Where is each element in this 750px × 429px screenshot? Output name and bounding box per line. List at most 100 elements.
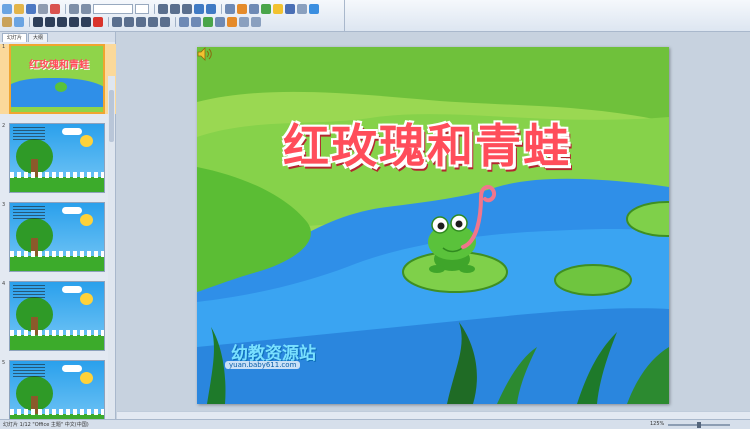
fence-icon bbox=[10, 251, 104, 258]
underline-icon[interactable] bbox=[57, 17, 67, 27]
thumb-text-lines bbox=[12, 126, 45, 142]
undo-icon[interactable] bbox=[194, 4, 204, 14]
find-icon[interactable] bbox=[297, 4, 307, 14]
toolbar-separator bbox=[108, 17, 109, 27]
slide-thumbnail-image bbox=[9, 202, 105, 272]
align-left-icon[interactable] bbox=[112, 17, 122, 27]
redo-icon[interactable] bbox=[206, 4, 216, 14]
indent-icon[interactable] bbox=[182, 4, 192, 14]
replace-icon[interactable] bbox=[239, 17, 249, 27]
ribbon-toolbar bbox=[0, 0, 750, 32]
toolbar-row-top bbox=[2, 3, 321, 15]
toolbar-separator bbox=[175, 17, 176, 27]
copy-icon[interactable] bbox=[81, 4, 91, 14]
slide-thumbnail-image bbox=[9, 281, 105, 351]
status-bar: 幻灯片 1/12 "Office 主题" 中文(中国) 125% bbox=[0, 419, 750, 429]
thumb-title: 红玫瑰和青蛙 bbox=[29, 60, 89, 71]
toolbar-separator bbox=[221, 4, 222, 14]
tab-outline[interactable]: 大纲 bbox=[28, 33, 49, 42]
justify-icon[interactable] bbox=[148, 17, 158, 27]
cloud-icon bbox=[61, 286, 83, 293]
thumb-text-lines bbox=[12, 205, 45, 221]
select-icon[interactable] bbox=[251, 17, 261, 27]
current-slide[interactable]: 红玫瑰和青蛙 幼教资源站 yuan.baby611.com bbox=[197, 47, 669, 404]
strikethrough-icon[interactable] bbox=[69, 17, 79, 27]
slides-panel: 幻灯片 大纲 1 红玫瑰和青蛙 2 3 4 5 bbox=[0, 32, 116, 429]
toolbar-row-bottom bbox=[2, 16, 263, 28]
slide-new-icon[interactable] bbox=[14, 17, 24, 27]
tab-slides[interactable]: 幻灯片 bbox=[2, 33, 28, 42]
sun-icon bbox=[79, 213, 93, 227]
slide-thumbnail-4[interactable]: 4 bbox=[0, 281, 116, 351]
slide-thumbnail-image: 红玫瑰和青蛙 bbox=[9, 44, 105, 114]
align-right-icon[interactable] bbox=[136, 17, 146, 27]
fill-icon[interactable] bbox=[273, 4, 283, 14]
font-name-box[interactable] bbox=[93, 4, 133, 14]
slide-thumbnail-2[interactable]: 2 bbox=[0, 123, 116, 193]
toolbar-separator bbox=[29, 17, 30, 27]
fence-icon bbox=[10, 172, 104, 179]
font-size-box[interactable] bbox=[135, 4, 149, 14]
ribbon-divider bbox=[344, 0, 345, 32]
smartart-icon[interactable] bbox=[203, 17, 213, 27]
zoom-level[interactable]: 125% bbox=[650, 421, 664, 427]
shapes-icon[interactable] bbox=[237, 4, 247, 14]
watermark-url: yuan.baby611.com bbox=[225, 361, 301, 369]
columns-icon[interactable] bbox=[160, 17, 170, 27]
lily-pad-right bbox=[554, 264, 632, 296]
outline-icon[interactable] bbox=[285, 4, 295, 14]
bold-icon[interactable] bbox=[33, 17, 43, 27]
bullets-icon[interactable] bbox=[158, 4, 168, 14]
layout-icon[interactable] bbox=[225, 4, 235, 14]
thumb-grass bbox=[10, 256, 104, 271]
slide-thumbnail-3[interactable]: 3 bbox=[0, 202, 116, 272]
fence-icon bbox=[10, 409, 104, 416]
sun-icon bbox=[79, 134, 93, 148]
speaker-icon[interactable] bbox=[197, 47, 213, 61]
font-color-icon[interactable] bbox=[93, 17, 103, 27]
slide-thumbnail-image bbox=[9, 123, 105, 193]
slide-horizontal-scrollbar[interactable] bbox=[117, 411, 750, 419]
text-direction-icon[interactable] bbox=[179, 17, 189, 27]
line-icon[interactable] bbox=[215, 17, 225, 27]
slide-thumbnail-1[interactable]: 1 红玫瑰和青蛙 bbox=[0, 44, 116, 114]
thumb-text-lines bbox=[12, 363, 45, 379]
slide-title[interactable]: 红玫瑰和青蛙 bbox=[283, 110, 571, 176]
panel-tabs: 幻灯片 大纲 bbox=[0, 32, 115, 42]
cut-icon[interactable] bbox=[69, 4, 79, 14]
sun-icon bbox=[79, 292, 93, 306]
effects-icon[interactable] bbox=[227, 17, 237, 27]
paste-icon[interactable] bbox=[2, 17, 12, 27]
numbering-icon[interactable] bbox=[170, 4, 180, 14]
toolbar-separator bbox=[65, 4, 66, 14]
thumb-text-lines bbox=[12, 284, 45, 300]
new-icon[interactable] bbox=[2, 4, 12, 14]
toolbar-separator bbox=[154, 4, 155, 14]
cloud-icon bbox=[61, 365, 83, 372]
slide-number: 2 bbox=[2, 123, 6, 129]
thumb-grass bbox=[10, 177, 104, 192]
italic-icon[interactable] bbox=[45, 17, 55, 27]
cloud-icon bbox=[61, 128, 83, 135]
status-slide-info: 幻灯片 1/12 "Office 主题" 中文(中国) bbox=[3, 422, 89, 428]
quick-style-icon[interactable] bbox=[261, 4, 271, 14]
slide-number: 3 bbox=[2, 202, 6, 208]
slide-number: 5 bbox=[2, 360, 6, 366]
thumb-grass bbox=[10, 335, 104, 350]
fence-icon bbox=[10, 330, 104, 337]
slide-number: 1 bbox=[2, 44, 6, 50]
scrollbar-thumb[interactable] bbox=[109, 90, 114, 142]
shadow-icon[interactable] bbox=[81, 17, 91, 27]
save-icon[interactable] bbox=[26, 4, 36, 14]
slide-number: 4 bbox=[2, 281, 6, 287]
frog-icon bbox=[55, 82, 67, 92]
zoom-slider-handle[interactable] bbox=[697, 422, 701, 428]
print-icon[interactable] bbox=[38, 4, 48, 14]
panel-scrollbar[interactable] bbox=[108, 76, 115, 429]
arrange-icon[interactable] bbox=[249, 4, 259, 14]
align-text-icon[interactable] bbox=[191, 17, 201, 27]
format-painter-icon[interactable] bbox=[50, 4, 60, 14]
open-icon[interactable] bbox=[14, 4, 24, 14]
help-icon[interactable] bbox=[309, 4, 319, 14]
align-center-icon[interactable] bbox=[124, 17, 134, 27]
